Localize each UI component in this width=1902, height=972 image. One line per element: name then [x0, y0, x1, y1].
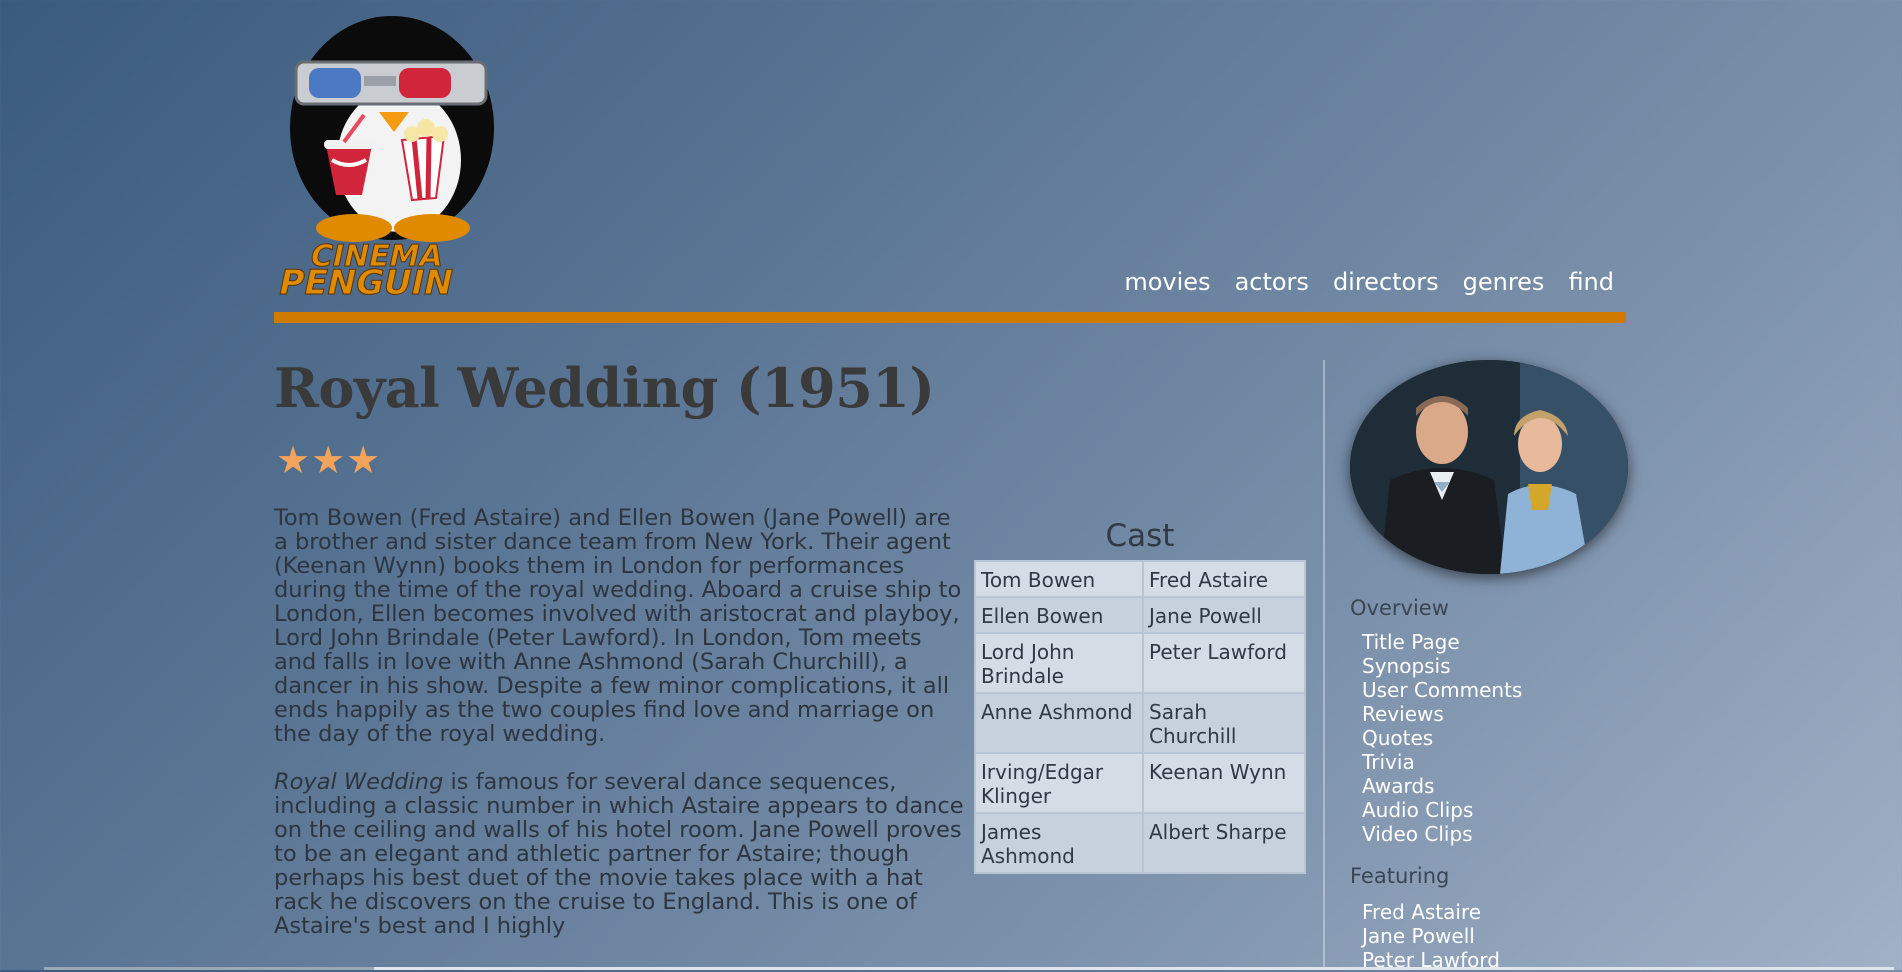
nav-find[interactable]: find	[1568, 268, 1614, 296]
cast-actor[interactable]: Sarah Churchill	[1142, 692, 1306, 754]
penguin-logo-icon: CINEMA PENGUIN	[275, 16, 494, 303]
overview-heading: Overview	[1350, 596, 1449, 620]
nav-genres[interactable]: genres	[1463, 268, 1545, 296]
link-jane-powell[interactable]: Jane Powell	[1362, 924, 1475, 948]
table-row: Ellen Bowen Jane Powell	[974, 596, 1306, 634]
nav-actors[interactable]: actors	[1235, 268, 1309, 296]
link-reviews[interactable]: Reviews	[1362, 702, 1444, 726]
list-item: Trivia	[1362, 750, 1522, 774]
cast-role: James Ashmond	[974, 812, 1144, 874]
cast-actor[interactable]: Fred Astaire	[1142, 560, 1306, 598]
main-nav: movies actors directors genres find	[1124, 268, 1614, 296]
cast-actor[interactable]: Jane Powell	[1142, 596, 1306, 634]
cast-role: Tom Bowen	[974, 560, 1144, 598]
cast-actor[interactable]: Keenan Wynn	[1142, 752, 1306, 814]
list-item: Awards	[1362, 774, 1522, 798]
list-item: User Comments	[1362, 678, 1522, 702]
page-container: CINEMA PENGUIN movies actors directors g…	[274, 0, 1628, 972]
cast-heading: Cast	[1105, 518, 1175, 554]
synopsis-text: Tom Bowen (Fred Astaire) and Ellen Bowen…	[274, 506, 964, 962]
movie-title-italic: Royal Wedding	[274, 769, 444, 795]
cast-actor[interactable]: Albert Sharpe	[1142, 812, 1306, 874]
link-synopsis[interactable]: Synopsis	[1362, 654, 1451, 678]
list-item: Fred Astaire	[1362, 900, 1500, 924]
list-item: Quotes	[1362, 726, 1522, 750]
synopsis-paragraph-1: Tom Bowen (Fred Astaire) and Ellen Bowen…	[274, 505, 962, 747]
synopsis-paragraph-2-text: is famous for several dance sequences, i…	[274, 769, 964, 939]
featuring-links: Fred Astaire Jane Powell Peter Lawford	[1362, 900, 1500, 972]
link-audio-clips[interactable]: Audio Clips	[1362, 798, 1473, 822]
cast-role: Ellen Bowen	[974, 596, 1144, 634]
cinema-penguin-logo[interactable]: CINEMA PENGUIN	[274, 10, 524, 303]
link-video-clips[interactable]: Video Clips	[1362, 822, 1473, 846]
link-title-page[interactable]: Title Page	[1362, 630, 1460, 654]
link-awards[interactable]: Awards	[1362, 774, 1434, 798]
header-divider	[274, 312, 1626, 323]
list-item: Jane Powell	[1362, 924, 1500, 948]
synopsis-paragraph-2: Royal Wedding is famous for several danc…	[274, 770, 964, 938]
list-item: Reviews	[1362, 702, 1522, 726]
table-row: James Ashmond Albert Sharpe	[974, 812, 1306, 874]
list-item: Audio Clips	[1362, 798, 1522, 822]
featuring-heading: Featuring	[1350, 864, 1450, 888]
table-row: Lord John Brindale Peter Lawford	[974, 632, 1306, 694]
list-item: Synopsis	[1362, 654, 1522, 678]
link-fred-astaire[interactable]: Fred Astaire	[1362, 900, 1481, 924]
star-rating: ★★★	[276, 438, 382, 482]
nav-movies[interactable]: movies	[1124, 268, 1210, 296]
cast-role: Anne Ashmond	[974, 692, 1144, 754]
link-quotes[interactable]: Quotes	[1362, 726, 1433, 750]
cast-role: Lord John Brindale	[974, 632, 1144, 694]
nav-directors[interactable]: directors	[1333, 268, 1439, 296]
link-user-comments[interactable]: User Comments	[1362, 678, 1522, 702]
link-trivia[interactable]: Trivia	[1362, 750, 1415, 774]
cast-role: Irving/Edgar Klinger	[974, 752, 1144, 814]
table-row: Anne Ashmond Sarah Churchill	[974, 692, 1306, 754]
movie-still-illustration	[1350, 360, 1628, 574]
table-row: Tom Bowen Fred Astaire	[974, 560, 1306, 598]
list-item: Video Clips	[1362, 822, 1522, 846]
cast-panel: Cast Tom Bowen Fred Astaire Ellen Bowen …	[974, 518, 1306, 874]
svg-text:PENGUIN: PENGUIN	[275, 263, 457, 300]
overview-links: Title Page Synopsis User Comments Review…	[1362, 630, 1522, 846]
movie-still-image	[1350, 360, 1628, 574]
sidebar-divider	[1323, 360, 1325, 970]
page-title: Royal Wedding (1951)	[274, 356, 935, 420]
cast-actor[interactable]: Peter Lawford	[1142, 632, 1306, 694]
list-item: Title Page	[1362, 630, 1522, 654]
cast-table: Tom Bowen Fred Astaire Ellen Bowen Jane …	[974, 560, 1306, 874]
table-row: Irving/Edgar Klinger Keenan Wynn	[974, 752, 1306, 814]
